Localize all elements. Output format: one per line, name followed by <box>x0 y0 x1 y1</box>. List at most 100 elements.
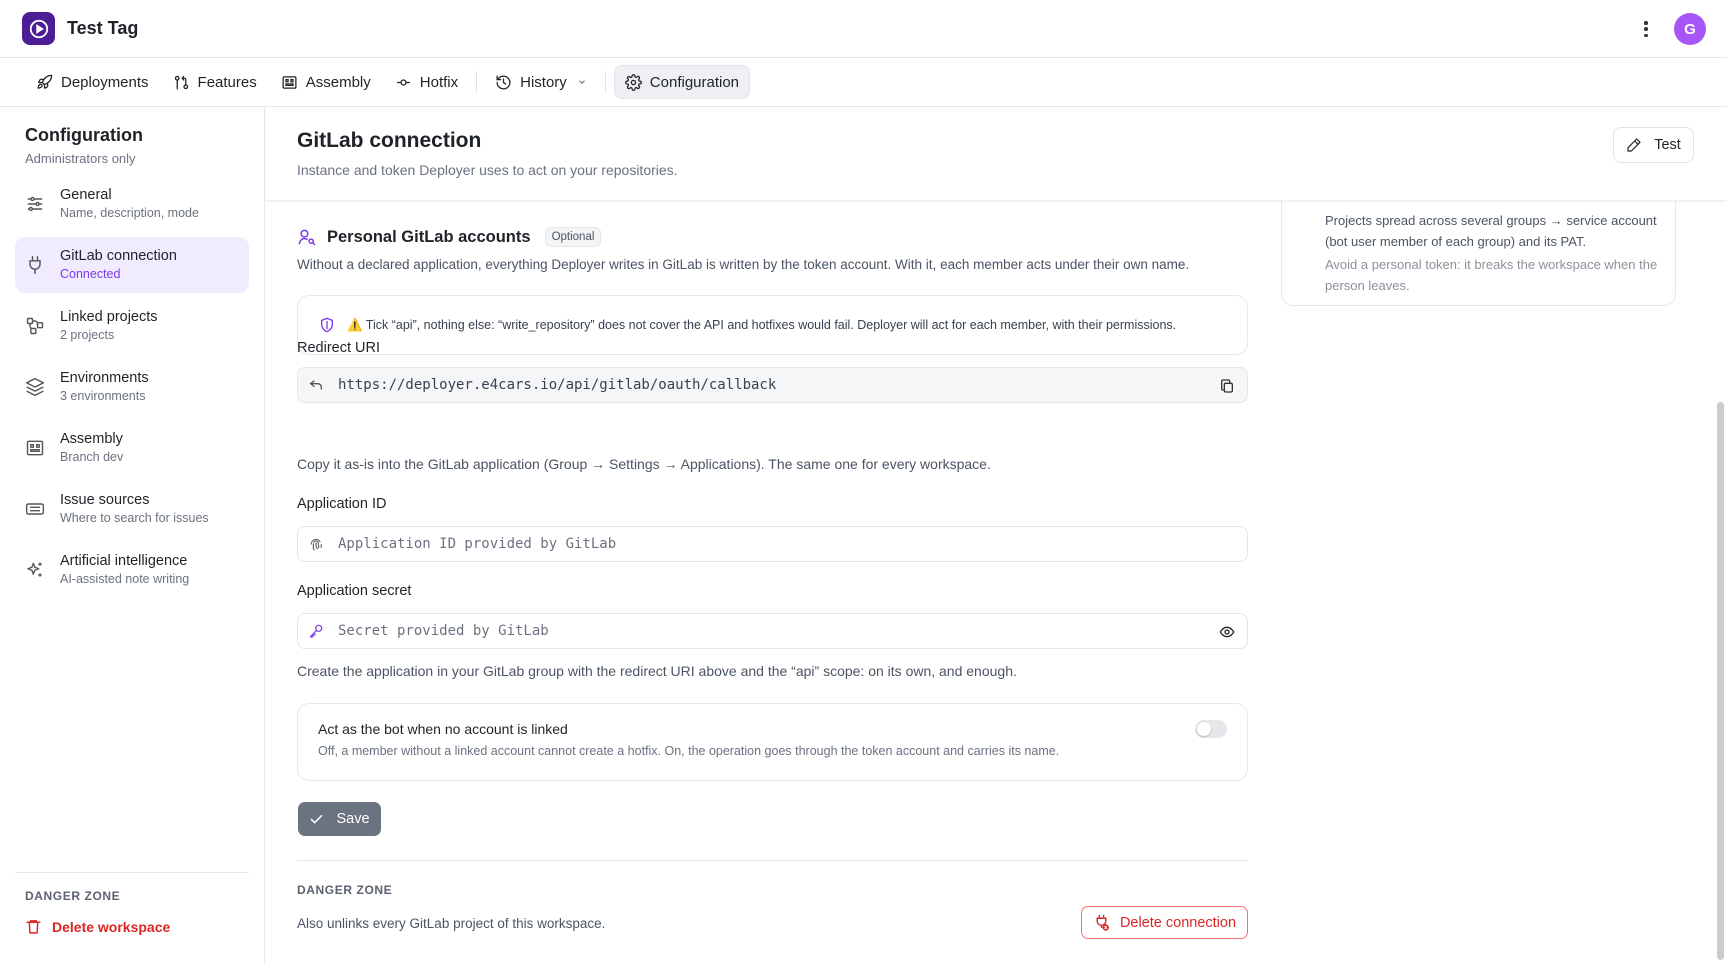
top-bar: Test Tag G <box>0 0 1727 58</box>
plug-icon <box>29 255 41 275</box>
danger-zone-label: DANGER ZONE <box>297 883 393 897</box>
main-nav: Deployments Features Assembly Hotfix His… <box>0 58 1727 107</box>
nav-label: Assembly <box>305 73 371 91</box>
nav-deployments[interactable]: Deployments <box>26 65 159 99</box>
sparkles-icon <box>27 562 42 577</box>
config-sidebar: Configuration Administrators only Genera… <box>0 107 265 963</box>
shield-icon <box>321 317 333 333</box>
sidebar-item-label: GitLab connection <box>60 248 177 264</box>
nav-divider <box>476 71 478 93</box>
unplug-icon <box>1096 914 1109 931</box>
danger-zone-description: Also unlinks every GitLab project of thi… <box>297 916 606 931</box>
sidebar-item-issue-sources[interactable]: Issue sources Where to search for issues <box>15 481 249 537</box>
history-icon <box>496 74 511 90</box>
help-card-note: Avoid a personal token: it breaks the wo… <box>1325 257 1658 293</box>
section-header: Personal GitLab accounts Optional <box>297 227 602 247</box>
bot-toggle-switch[interactable] <box>1195 720 1227 738</box>
save-button[interactable]: Save <box>298 802 381 836</box>
bot-toggle-card: Act as the bot when no account is linked… <box>297 703 1248 781</box>
sidebar-item-assembly[interactable]: Assembly Branch dev <box>15 420 249 476</box>
nav-configuration[interactable]: Configuration <box>613 65 751 99</box>
sidebar-item-desc: Name, description, mode <box>60 206 199 220</box>
optional-badge: Optional <box>544 227 602 247</box>
nav-label: Features <box>197 73 257 91</box>
application-secret-help: Create the application in your GitLab gr… <box>297 663 1017 679</box>
assembly-icon <box>26 440 44 456</box>
application-id-placeholder: Application ID provided by GitLab <box>338 536 617 552</box>
application-id-input[interactable]: Application ID provided by GitLab <box>297 526 1248 562</box>
redirect-uri-field[interactable]: https://deployer.e4cars.io/api/gitlab/oa… <box>297 367 1248 403</box>
delete-workspace-button[interactable]: Delete workspace <box>25 918 170 935</box>
sidebar-item-desc: Branch dev <box>60 450 124 464</box>
divider <box>297 860 1248 861</box>
redirect-uri-value: https://deployer.e4cars.io/api/gitlab/oa… <box>338 377 777 393</box>
sidebar-item-label: Environments <box>60 370 149 386</box>
redirect-uri-label: Redirect URI <box>297 340 380 356</box>
user-avatar[interactable]: G <box>1674 13 1706 45</box>
app-logo-icon[interactable] <box>22 12 55 45</box>
gear-icon <box>624 73 642 91</box>
bot-toggle-description: Off, a member without a linked account c… <box>318 744 1060 758</box>
help-card-text: Projects spread across several groups → … <box>1325 213 1657 249</box>
page-subtitle: Instance and token Deployer uses to act … <box>297 162 678 178</box>
nav-label: Hotfix <box>419 73 459 91</box>
sidebar-item-desc: 2 projects <box>60 328 115 342</box>
sidebar-item-environments[interactable]: Environments 3 environments <box>15 359 249 415</box>
sidebar-item-linked-projects[interactable]: Linked projects 2 projects <box>15 298 249 354</box>
sidebar-danger-label: DANGER ZONE <box>25 889 121 903</box>
copy-icon[interactable] <box>1219 378 1235 394</box>
trash-icon <box>26 920 41 934</box>
nav-assembly[interactable]: Assembly <box>271 65 381 99</box>
main-content: Projects spread across several groups → … <box>266 201 1727 963</box>
corner-return-icon <box>309 380 322 390</box>
more-menu-icon[interactable] <box>1640 18 1652 40</box>
nav-history[interactable]: History <box>485 65 597 99</box>
sidebar-item-desc: Where to search for issues <box>60 511 209 525</box>
help-card: Projects spread across several groups → … <box>1281 201 1676 306</box>
sidebar-divider <box>15 872 249 873</box>
layers-icon <box>25 377 45 397</box>
fingerprint-icon <box>310 538 322 551</box>
redirect-uri-help: Copy it as-is into the GitLab applicatio… <box>297 456 991 472</box>
sidebar-item-desc: AI-assisted note writing <box>60 572 190 586</box>
sidebar-item-label: Artificial intelligence <box>60 553 188 569</box>
nav-features[interactable]: Features <box>163 65 267 99</box>
sidebar-item-artificial-intelligence[interactable]: Artificial intelligence AI-assisted note … <box>15 542 249 598</box>
sliders-icon <box>27 196 43 212</box>
rocket-icon <box>37 74 53 89</box>
user-key-icon <box>298 229 316 246</box>
chevron-down-icon <box>578 80 585 84</box>
scrollbar[interactable] <box>1717 402 1724 960</box>
nav-hotfix[interactable]: Hotfix <box>385 65 468 99</box>
sidebar-item-general[interactable]: General Name, description, mode <box>15 176 249 232</box>
alert-text: ⚠️ Tick “api”, nothing else: “write_repo… <box>347 317 1177 332</box>
sidebar-item-desc: 3 environments <box>60 389 146 403</box>
section-title: Personal GitLab accounts <box>327 227 531 246</box>
page-title: GitLab connection <box>297 129 482 152</box>
test-button[interactable]: Test <box>1613 127 1694 163</box>
delete-connection-label: Delete connection <box>1119 914 1237 931</box>
key-icon <box>310 624 323 638</box>
git-commit-icon <box>396 78 410 86</box>
sidebar-item-label: Assembly <box>60 431 123 447</box>
sidebar-item-gitlab-connection[interactable]: GitLab connection Connected <box>15 237 249 293</box>
nav-label: Deployments <box>61 73 149 91</box>
bot-toggle-title: Act as the bot when no account is linked <box>318 721 568 737</box>
sidebar-item-desc: Connected <box>60 267 121 281</box>
nav-divider <box>604 71 606 93</box>
pencil-icon <box>1627 138 1641 152</box>
application-secret-label: Application secret <box>297 583 412 599</box>
workflow-icon <box>26 317 44 335</box>
git-pull-request-icon <box>174 75 188 90</box>
delete-connection-button[interactable]: Delete connection <box>1081 906 1248 939</box>
scope-alert: ⚠️ Tick “api”, nothing else: “write_repo… <box>297 295 1248 355</box>
page-header: GitLab connection Instance and token Dep… <box>266 107 1727 201</box>
app-title: Test Tag <box>67 18 139 38</box>
ticket-icon <box>25 503 45 515</box>
delete-workspace-label: Delete workspace <box>52 918 171 935</box>
check-icon <box>311 814 323 824</box>
application-secret-input[interactable]: Secret provided by GitLab <box>297 613 1248 649</box>
eye-icon[interactable] <box>1219 624 1235 640</box>
section-description: Without a declared application, everythi… <box>297 257 1190 272</box>
test-button-label: Test <box>1654 137 1681 153</box>
